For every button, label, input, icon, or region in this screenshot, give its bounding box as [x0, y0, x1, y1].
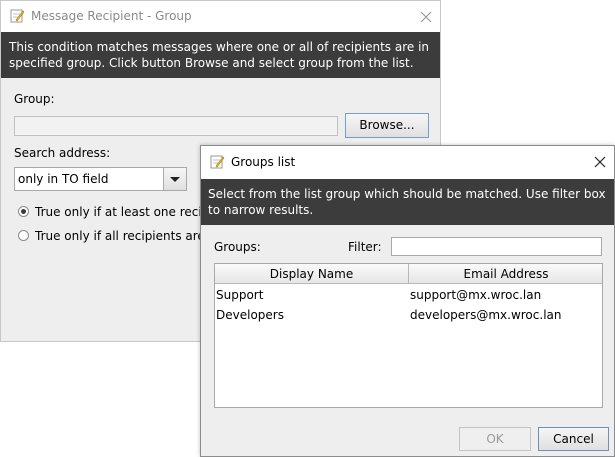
- radio-at-least-one[interactable]: [18, 206, 29, 217]
- cancel-button[interactable]: Cancel: [538, 427, 609, 451]
- browse-button-label: Browse...: [359, 118, 415, 132]
- main-description-banner: This condition matches messages where on…: [1, 32, 440, 78]
- browse-button[interactable]: Browse...: [345, 113, 429, 138]
- cancel-button-label: Cancel: [553, 432, 594, 446]
- radio-all-recipients-label[interactable]: True only if all recipients are m: [35, 229, 220, 243]
- main-description-text: This condition matches messages where on…: [9, 40, 430, 70]
- filter-label: Filter:: [348, 240, 382, 254]
- radio-selected-dot: [21, 209, 26, 214]
- radio-at-least-one-label[interactable]: True only if at least one recipie: [35, 205, 220, 219]
- filter-input[interactable]: [391, 237, 602, 256]
- main-title-bar[interactable]: Message Recipient - Group: [1, 1, 440, 32]
- row-display-name: Developers: [216, 308, 284, 322]
- table-row[interactable]: Support support@mx.wroc.lan: [215, 284, 602, 304]
- main-dialog-title: Message Recipient - Group: [31, 9, 192, 23]
- search-address-value: only in TO field: [18, 172, 109, 186]
- search-address-label: Search address:: [14, 146, 111, 160]
- groups-dialog-title: Groups list: [231, 155, 296, 169]
- groups-description-text: Select from the list group which should …: [208, 187, 606, 217]
- column-header-display-name[interactable]: Display Name: [215, 264, 409, 284]
- search-address-select[interactable]: only in TO field: [14, 167, 187, 191]
- row-email-address: support@mx.wroc.lan: [410, 288, 542, 302]
- group-label: Group:: [14, 92, 55, 106]
- groups-close-icon[interactable]: [593, 155, 607, 169]
- ok-button[interactable]: OK: [459, 427, 531, 451]
- row-email-address: developers@mx.wroc.lan: [410, 308, 562, 322]
- groups-list-dialog: Groups list Select from the list group w…: [200, 145, 615, 457]
- groups-title-bar[interactable]: Groups list: [201, 146, 614, 179]
- group-field: [14, 116, 338, 136]
- groups-description-banner: Select from the list group which should …: [201, 179, 614, 225]
- dropdown-button[interactable]: [163, 168, 186, 190]
- column-header-email-address[interactable]: Email Address: [409, 264, 602, 284]
- main-close-icon[interactable]: [419, 10, 433, 24]
- table-row[interactable]: Developers developers@mx.wroc.lan: [215, 304, 602, 324]
- groups-table[interactable]: Display Name Email Address Support suppo…: [214, 263, 603, 408]
- ok-button-label: OK: [486, 432, 504, 446]
- groups-label: Groups:: [214, 240, 261, 254]
- notepad-icon: [210, 155, 225, 169]
- radio-all-recipients[interactable]: [18, 230, 29, 241]
- chevron-down-icon: [170, 177, 180, 182]
- notepad-icon: [10, 9, 25, 23]
- row-display-name: Support: [216, 288, 264, 302]
